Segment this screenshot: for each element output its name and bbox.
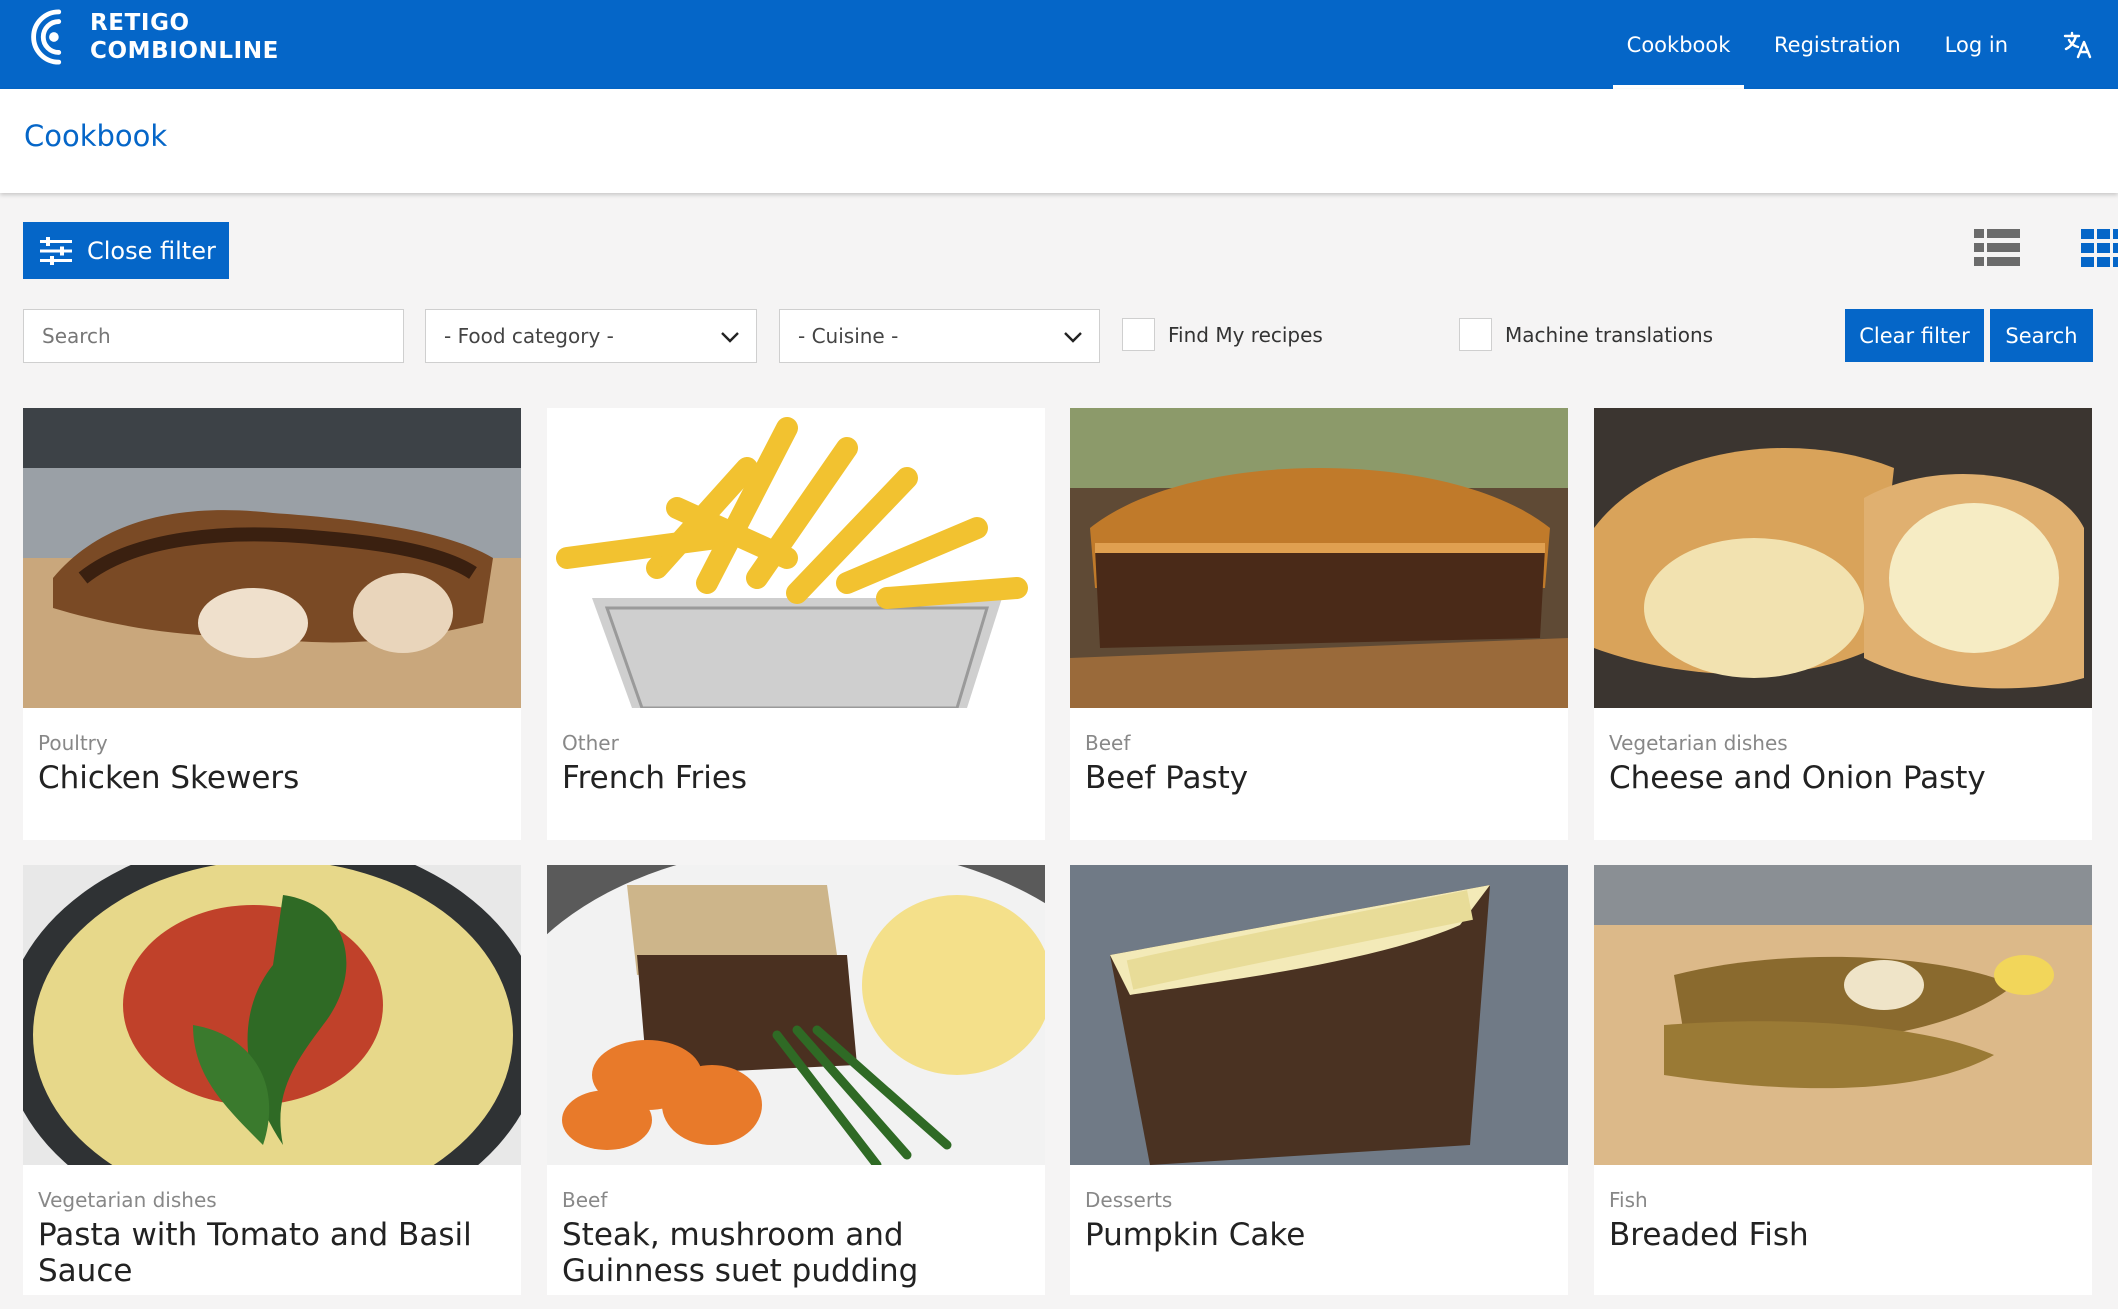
nav-registration[interactable]: Registration: [1752, 0, 1923, 89]
recipe-image-french-fries: [547, 408, 1045, 708]
logo-text: RETIGO COMBIONLINE: [90, 9, 279, 65]
recipe-image-chicken-skewers: [23, 408, 521, 708]
recipe-image-pumpkin-cake: [1070, 865, 1568, 1165]
recipe-image-breaded-fish: [1594, 865, 2092, 1165]
nav-login[interactable]: Log in: [1923, 0, 2030, 89]
grid-view-icon[interactable]: [2081, 228, 2118, 268]
list-view-icon[interactable]: [1974, 228, 2020, 268]
machine-translations-label[interactable]: Machine translations: [1505, 323, 1713, 347]
recipe-category: Beef: [562, 1188, 608, 1212]
close-filter-label: Close filter: [87, 236, 216, 265]
recipe-image-beef-pasty: [1070, 408, 1568, 708]
close-filter-button[interactable]: Close filter: [23, 222, 229, 279]
recipe-name: Pasta with Tomato and Basil Sauce: [38, 1217, 472, 1289]
recipe-card[interactable]: Poultry Chicken Skewers: [23, 408, 521, 840]
logo-line1: RETIGO: [90, 10, 190, 36]
recipe-category: Desserts: [1085, 1188, 1173, 1212]
recipe-card[interactable]: Fish Breaded Fish: [1594, 865, 2092, 1295]
recipe-card[interactable]: Other French Fries: [547, 408, 1045, 840]
clear-filter-button[interactable]: Clear filter: [1845, 309, 1984, 362]
translate-button[interactable]: [2038, 0, 2118, 89]
recipe-name: Breaded Fish: [1609, 1217, 1809, 1253]
find-my-recipes-checkbox[interactable]: [1122, 318, 1155, 351]
recipe-card[interactable]: Beef Steak, mushroom and Guinness suet p…: [547, 865, 1045, 1295]
recipe-name: Chicken Skewers: [38, 760, 300, 796]
chevron-down-icon: [721, 332, 739, 343]
recipe-card[interactable]: Desserts Pumpkin Cake: [1070, 865, 1568, 1295]
search-button[interactable]: Search: [1990, 309, 2093, 362]
cuisine-value: - Cuisine -: [798, 324, 899, 348]
recipe-image-cheese-onion-pasty: [1594, 408, 2092, 708]
recipe-category: Poultry: [38, 731, 108, 755]
retigo-logo-icon: [31, 9, 62, 65]
logo-line2: COMBIONLINE: [90, 38, 279, 64]
recipe-category: Fish: [1609, 1188, 1648, 1212]
recipe-card[interactable]: Vegetarian dishes Cheese and Onion Pasty: [1594, 408, 2092, 840]
recipe-category: Vegetarian dishes: [1609, 731, 1788, 755]
food-category-select[interactable]: - Food category -: [425, 309, 757, 363]
cuisine-select[interactable]: - Cuisine -: [779, 309, 1100, 363]
recipe-name: Steak, mushroom and Guinness suet puddin…: [562, 1217, 919, 1289]
translate-icon: [2063, 31, 2092, 58]
top-navbar: RETIGO COMBIONLINE Cookbook Registration…: [0, 0, 2118, 89]
sliders-icon: [40, 236, 72, 265]
nav-cookbook[interactable]: Cookbook: [1613, 0, 1745, 89]
recipe-card[interactable]: Beef Beef Pasty: [1070, 408, 1568, 840]
retigo-logo[interactable]: RETIGO COMBIONLINE: [22, 1, 282, 73]
find-my-recipes-label[interactable]: Find My recipes: [1168, 323, 1323, 347]
main-nav: Cookbook Registration Log in: [1613, 0, 2118, 89]
chevron-down-icon: [1064, 332, 1082, 343]
recipe-image-steak-pudding: [547, 865, 1045, 1165]
recipe-name: French Fries: [562, 760, 748, 796]
page-header: Cookbook: [0, 89, 2118, 193]
recipe-category: Other: [562, 731, 619, 755]
recipe-name: Cheese and Onion Pasty: [1609, 760, 1986, 796]
search-input[interactable]: [23, 309, 404, 363]
recipe-name: Pumpkin Cake: [1085, 1217, 1306, 1253]
food-category-value: - Food category -: [444, 324, 614, 348]
machine-translations-checkbox[interactable]: [1459, 318, 1492, 351]
recipe-image-pasta: [23, 865, 521, 1165]
recipe-category: Vegetarian dishes: [38, 1188, 217, 1212]
recipe-category: Beef: [1085, 731, 1131, 755]
recipe-card[interactable]: Vegetarian dishes Pasta with Tomato and …: [23, 865, 521, 1295]
recipe-name: Beef Pasty: [1085, 760, 1249, 796]
page-title: Cookbook: [24, 119, 168, 153]
